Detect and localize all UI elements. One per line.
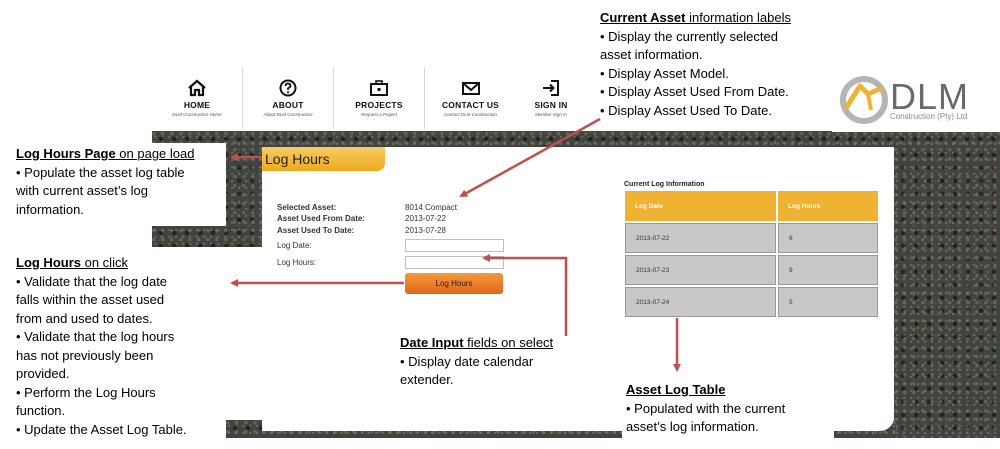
annotation-heading-rest: on click xyxy=(81,255,128,270)
annotation-page-load: Log Hours Page on page load • Populate t… xyxy=(16,145,194,219)
annotation-heading-rest: on page load xyxy=(115,146,195,161)
annotation-line: • Display Asset Used From Date. xyxy=(600,84,789,99)
annotation-line: • Populate the asset log table xyxy=(16,164,185,180)
arrow-current-asset xyxy=(459,117,601,198)
annotation-heading: Current Asset xyxy=(600,10,686,25)
annotation-line: • Display Asset Used To Date. xyxy=(600,102,772,118)
annotation-heading: Asset Log Table xyxy=(626,382,726,397)
annotation-line: • Display date calendar xyxy=(400,353,534,369)
annotation-on-click: Log Hours on click • Validate that the l… xyxy=(16,254,187,439)
annotation-heading-rest: information labels xyxy=(685,10,791,25)
annotation-line: • Validate that the log date xyxy=(16,273,168,289)
annotation-line: • Validate that the log hours xyxy=(16,329,175,344)
annotation-line: asset information. xyxy=(600,47,703,62)
annotation-line: from and used to dates. xyxy=(16,310,153,326)
arrow-date-input xyxy=(482,254,568,336)
annotation-line: has not previously been xyxy=(16,347,154,363)
annotation-line: with current asset’s log xyxy=(16,183,148,198)
annotation-heading: Log Hours xyxy=(16,255,81,270)
annotation-line: • Perform the Log Hours xyxy=(16,384,156,400)
annotation-line: extender. xyxy=(400,372,454,387)
annotation-line: • Display Asset Model. xyxy=(600,65,729,81)
annotation-asset-log: Asset Log Table • Populated with the cur… xyxy=(626,381,785,437)
annotation-current-asset: Current Asset information labels • Displ… xyxy=(600,9,791,120)
annotation-heading: Date Input xyxy=(400,335,464,350)
annotation-line: • Display the currently selected xyxy=(600,28,778,44)
annotation-line: • Populated with the current xyxy=(626,400,786,416)
annotation-line: function. xyxy=(16,403,66,418)
annotation-heading: Log Hours Page xyxy=(16,146,116,161)
annotation-heading-rest: fields on select xyxy=(463,335,554,350)
annotation-line: provided. xyxy=(16,366,70,381)
annotation-line: asset’s log information. xyxy=(626,419,759,434)
annotation-line: falls within the asset used xyxy=(16,292,165,307)
annotation-line: information. xyxy=(16,201,84,217)
annotation-date-input: Date Input fields on select • Display da… xyxy=(400,334,553,390)
annotation-line: • Update the Asset Log Table. xyxy=(16,421,187,437)
